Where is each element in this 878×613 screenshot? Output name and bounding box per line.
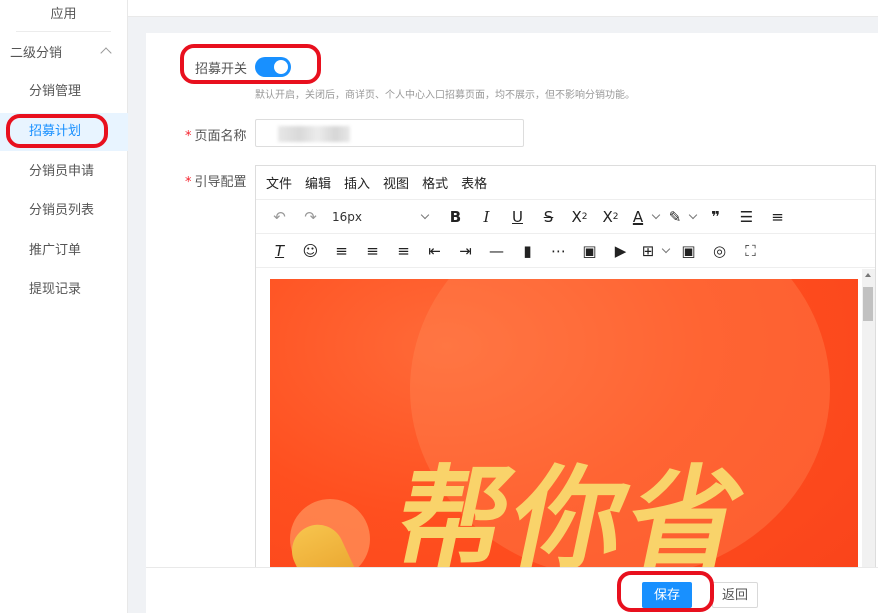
guide-config-text: 引导配置: [194, 175, 247, 190]
page-break-icon[interactable]: ⋯: [543, 238, 574, 264]
scroll-up-icon[interactable]: [865, 273, 871, 277]
undo-icon[interactable]: ↶: [264, 204, 295, 230]
sidebar-item-recruitment-plan[interactable]: 招募计划: [0, 113, 128, 151]
menu-view[interactable]: 视图: [383, 173, 409, 192]
menu-file[interactable]: 文件: [266, 173, 292, 192]
clear-format-icon[interactable]: T: [264, 238, 295, 264]
align-center-icon[interactable]: ≡: [357, 238, 388, 264]
editor-toolbar-1: ↶ ↷ 16px B I U S X2 X2 A ✎ ❞ ☰ ≡: [256, 200, 875, 234]
text-color-icon[interactable]: A: [626, 204, 650, 230]
underline-icon[interactable]: U: [502, 204, 533, 230]
page-name-label: * 页面名称: [185, 125, 247, 144]
required-mark: *: [185, 129, 192, 144]
editor-toolbar-2: T ☺ ≡ ≡ ≡ ⇤ ⇥ — ▮ ⋯ ▣ ▶ ⊞ ▣ ◎ ⛶: [256, 234, 875, 268]
horizontal-rule-icon[interactable]: —: [481, 238, 512, 264]
toggle-knob: [274, 60, 288, 74]
bullet-list-icon[interactable]: ☰: [731, 204, 762, 230]
back-button[interactable]: 返回: [712, 582, 758, 608]
outdent-icon[interactable]: ⇤: [419, 238, 450, 264]
page-name-input[interactable]: [255, 119, 524, 147]
chevron-down-icon: [420, 210, 430, 220]
editor-scrollbar[interactable]: [862, 269, 875, 612]
sidebar-group-distribution[interactable]: 二级分销: [10, 42, 118, 66]
menu-edit[interactable]: 编辑: [305, 173, 331, 192]
align-left-icon[interactable]: ≡: [326, 238, 357, 264]
switch-hint: 默认开启，关闭后，商详页、个人中心入口招募页面，均不展示，但不影响分销功能。: [255, 90, 635, 101]
form-panel: 招募开关 默认开启，关闭后，商详页、个人中心入口招募页面，均不展示，但不影响分销…: [146, 33, 878, 613]
sidebar: 应用 二级分销 分销管理 招募计划 分销员申请 分销员列表 推广订单 提现记录: [0, 0, 128, 613]
sidebar-item-promotion-orders[interactable]: 推广订单: [0, 232, 128, 270]
editor-menubar: 文件 编辑 插入 视图 格式 表格: [256, 166, 875, 200]
image-icon[interactable]: ▣: [574, 238, 605, 264]
sidebar-item-withdrawal-records[interactable]: 提现记录: [0, 271, 128, 309]
menu-table[interactable]: 表格: [461, 173, 487, 192]
stack-icon[interactable]: ◎: [704, 238, 735, 264]
rich-text-editor[interactable]: 文件 编辑 插入 视图 格式 表格 ↶ ↷ 16px B I U S X2 X2…: [255, 165, 876, 613]
sidebar-group-label: 二级分销: [10, 46, 63, 61]
required-mark: *: [185, 175, 192, 190]
numbered-list-icon[interactable]: ≡: [762, 204, 793, 230]
banner-image: 帮你省: [270, 279, 858, 612]
emoji-icon[interactable]: ☺: [295, 238, 326, 264]
menu-insert[interactable]: 插入: [344, 173, 370, 192]
font-size-value: 16px: [332, 209, 362, 224]
subscript-icon[interactable]: X2: [564, 204, 595, 230]
menu-format[interactable]: 格式: [422, 173, 448, 192]
chevron-down-icon[interactable]: [651, 210, 661, 220]
font-size-select[interactable]: 16px: [326, 210, 440, 224]
video-icon[interactable]: ▶: [605, 238, 636, 264]
scroll-thumb[interactable]: [863, 287, 873, 321]
page-name-text: 页面名称: [194, 129, 247, 144]
align-right-icon[interactable]: ≡: [388, 238, 419, 264]
recruitment-toggle[interactable]: [255, 57, 291, 77]
chevron-down-icon[interactable]: [661, 244, 671, 254]
blurred-value: [278, 126, 350, 142]
chevron-up-icon: [100, 47, 112, 59]
indent-icon[interactable]: ⇥: [450, 238, 481, 264]
bold-icon[interactable]: B: [440, 204, 471, 230]
blockquote-icon[interactable]: ❞: [700, 204, 731, 230]
switch-label: 招募开关: [195, 62, 248, 77]
guide-config-label: * 引导配置: [185, 171, 247, 190]
highlight-color-icon[interactable]: ✎: [663, 204, 687, 230]
fullscreen-icon[interactable]: ⛶: [735, 238, 766, 264]
editor-content[interactable]: 帮你省: [256, 269, 875, 612]
sidebar-item-distributor-application[interactable]: 分销员申请: [0, 153, 128, 191]
redo-icon[interactable]: ↷: [295, 204, 326, 230]
italic-icon[interactable]: I: [471, 204, 502, 230]
form-footer: 保存 返回: [146, 567, 878, 613]
table-icon[interactable]: ⊞: [636, 238, 660, 264]
sidebar-item-distribution-management[interactable]: 分销管理: [0, 73, 128, 111]
chevron-down-icon[interactable]: [688, 210, 698, 220]
save-button[interactable]: 保存: [642, 582, 692, 608]
bookmark-icon[interactable]: ▮: [512, 238, 543, 264]
sidebar-app-title: 应用: [16, 0, 111, 32]
sidebar-item-distributor-list[interactable]: 分销员列表: [0, 192, 128, 230]
gallery-icon[interactable]: ▣: [673, 238, 704, 264]
top-bar: [128, 0, 878, 17]
superscript-icon[interactable]: X2: [595, 204, 626, 230]
strikethrough-icon[interactable]: S: [533, 204, 564, 230]
